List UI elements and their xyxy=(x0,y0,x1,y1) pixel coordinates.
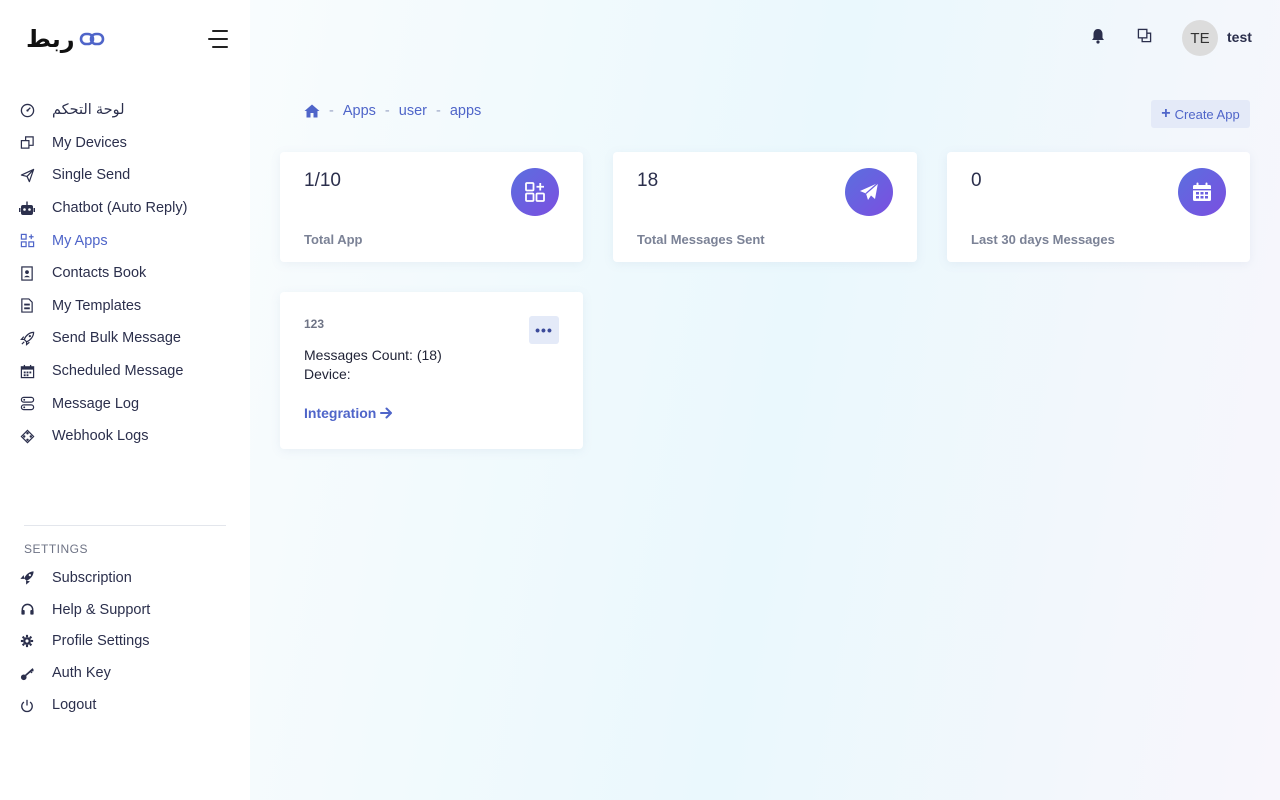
sidebar-item-label: Profile Settings xyxy=(52,633,150,650)
rocket-icon xyxy=(19,570,35,586)
switch-window-button[interactable] xyxy=(1134,28,1154,48)
sidebar-item-my-templates[interactable]: My Templates xyxy=(0,290,250,323)
template-icon xyxy=(19,298,35,314)
breadcrumb-item-apps[interactable]: Apps xyxy=(343,103,376,119)
integration-label: Integration xyxy=(304,405,377,421)
device-label: Device: xyxy=(304,366,351,382)
sidebar-item-label: Help & Support xyxy=(52,601,151,618)
breadcrumb-separator: - xyxy=(384,103,390,119)
breadcrumb: - Apps - user - apps xyxy=(304,103,481,119)
sidebar-divider xyxy=(24,525,226,526)
arrow-right-icon xyxy=(380,407,393,419)
key-icon xyxy=(19,665,35,681)
sidebar-item-message-log[interactable]: Message Log xyxy=(0,387,250,420)
sidebar-item-label: My Devices xyxy=(52,134,127,151)
breadcrumb-separator: - xyxy=(329,103,334,119)
settings-nav: Subscription Help & Support Profile Sett… xyxy=(0,562,250,721)
sidebar-item-label: لوحة التحكم xyxy=(52,102,125,119)
app-name: 123 xyxy=(304,317,325,331)
headset-icon xyxy=(19,602,35,618)
bell-icon xyxy=(1091,28,1105,49)
sidebar-item-profile-settings[interactable]: Profile Settings xyxy=(0,626,250,658)
stat-card-last-30-days: 0 Last 30 days Messages xyxy=(947,152,1250,262)
sidebar-item-label: Auth Key xyxy=(52,665,111,682)
stat-label: Total Messages Sent xyxy=(637,232,765,247)
apps-grid-icon xyxy=(19,233,35,249)
menu-line xyxy=(208,38,228,40)
stat-value: 18 xyxy=(637,170,659,191)
sidebar-item-contacts-book[interactable]: Contacts Book xyxy=(0,257,250,290)
power-icon xyxy=(19,697,35,713)
stat-value: 1/10 xyxy=(304,170,341,191)
sidebar-item-my-devices[interactable]: My Devices xyxy=(0,127,250,160)
sidebar-item-label: Logout xyxy=(52,697,97,714)
ellipsis-icon: ••• xyxy=(535,322,553,338)
sidebar-item-label: Chatbot (Auto Reply) xyxy=(52,200,188,217)
stat-label: Total App xyxy=(304,232,363,247)
sidebar-item-webhook-logs[interactable]: Webhook Logs xyxy=(0,420,250,453)
sidebar-item-label: Single Send xyxy=(52,167,131,184)
messages-count: Messages Count: (18) xyxy=(304,347,442,363)
sidebar-item-logout[interactable]: Logout xyxy=(0,689,250,721)
sidebar-item-single-send[interactable]: Single Send xyxy=(0,159,250,192)
menu-line xyxy=(212,46,228,48)
calendar-icon xyxy=(1178,168,1226,216)
app-card: 123 ••• Messages Count: (18) Device: Int… xyxy=(280,292,583,449)
sidebar-item-auth-key[interactable]: Auth Key xyxy=(0,657,250,689)
logo-text: ربط xyxy=(26,25,75,53)
breadcrumb-item-user[interactable]: user xyxy=(399,103,427,119)
home-icon[interactable] xyxy=(304,104,320,118)
more-options-button[interactable]: ••• xyxy=(529,316,559,344)
stat-value: 0 xyxy=(971,170,982,191)
sidebar-item-subscription[interactable]: Subscription xyxy=(0,562,250,594)
gear-icon xyxy=(19,633,35,649)
rocket-icon xyxy=(19,330,35,346)
sidebar-item-my-apps[interactable]: My Apps xyxy=(0,224,250,257)
sidebar-item-label: My Templates xyxy=(52,297,142,314)
integration-link[interactable]: Integration xyxy=(304,405,393,421)
breadcrumb-item-apps-current[interactable]: apps xyxy=(450,103,481,119)
menu-toggle-button[interactable] xyxy=(206,30,228,48)
sidebar: ربط لوحة التحكم My Devices Single Send C… xyxy=(0,0,250,800)
calendar-icon xyxy=(19,363,35,379)
robot-icon xyxy=(19,200,35,216)
webhook-icon xyxy=(19,428,35,444)
stat-label: Last 30 days Messages xyxy=(971,232,1115,247)
copy-icon xyxy=(1137,28,1152,48)
menu-line xyxy=(212,30,228,32)
sidebar-item-label: Contacts Book xyxy=(52,265,147,282)
sidebar-item-label: Message Log xyxy=(52,395,140,412)
link-icon xyxy=(79,32,104,46)
main-nav: لوحة التحكم My Devices Single Send Chatb… xyxy=(0,94,250,453)
paper-plane-icon xyxy=(19,167,35,183)
sidebar-item-chatbot[interactable]: Chatbot (Auto Reply) xyxy=(0,192,250,225)
brand-logo[interactable]: ربط xyxy=(26,26,105,52)
plus-icon: + xyxy=(1161,105,1171,122)
apps-plus-icon xyxy=(511,168,559,216)
sidebar-item-label: Send Bulk Message xyxy=(52,330,181,347)
sidebar-item-send-bulk-message[interactable]: Send Bulk Message xyxy=(0,322,250,355)
paper-plane-icon xyxy=(845,168,893,216)
contact-book-icon xyxy=(19,265,35,281)
speedometer-icon xyxy=(19,102,35,118)
stat-card-total-app: 1/10 Total App xyxy=(280,152,583,262)
username[interactable]: test xyxy=(1227,29,1252,45)
sidebar-item-dashboard[interactable]: لوحة التحكم xyxy=(0,94,250,127)
breadcrumb-separator: - xyxy=(435,103,441,119)
create-app-label: Create App xyxy=(1174,106,1240,122)
sidebar-item-help-support[interactable]: Help & Support xyxy=(0,594,250,626)
sidebar-item-label: My Apps xyxy=(52,232,108,249)
notifications-button[interactable] xyxy=(1088,28,1108,48)
stat-card-total-messages: 18 Total Messages Sent xyxy=(613,152,917,262)
avatar[interactable]: TE xyxy=(1182,20,1218,56)
settings-heading: SETTINGS xyxy=(24,542,89,556)
sidebar-item-label: Scheduled Message xyxy=(52,363,184,380)
create-app-button[interactable]: + Create App xyxy=(1151,100,1250,128)
sidebar-item-label: Subscription xyxy=(52,569,132,586)
sidebar-item-label: Webhook Logs xyxy=(52,428,149,445)
devices-icon xyxy=(19,135,35,151)
sidebar-item-scheduled-message[interactable]: Scheduled Message xyxy=(0,355,250,388)
log-icon xyxy=(19,396,35,412)
